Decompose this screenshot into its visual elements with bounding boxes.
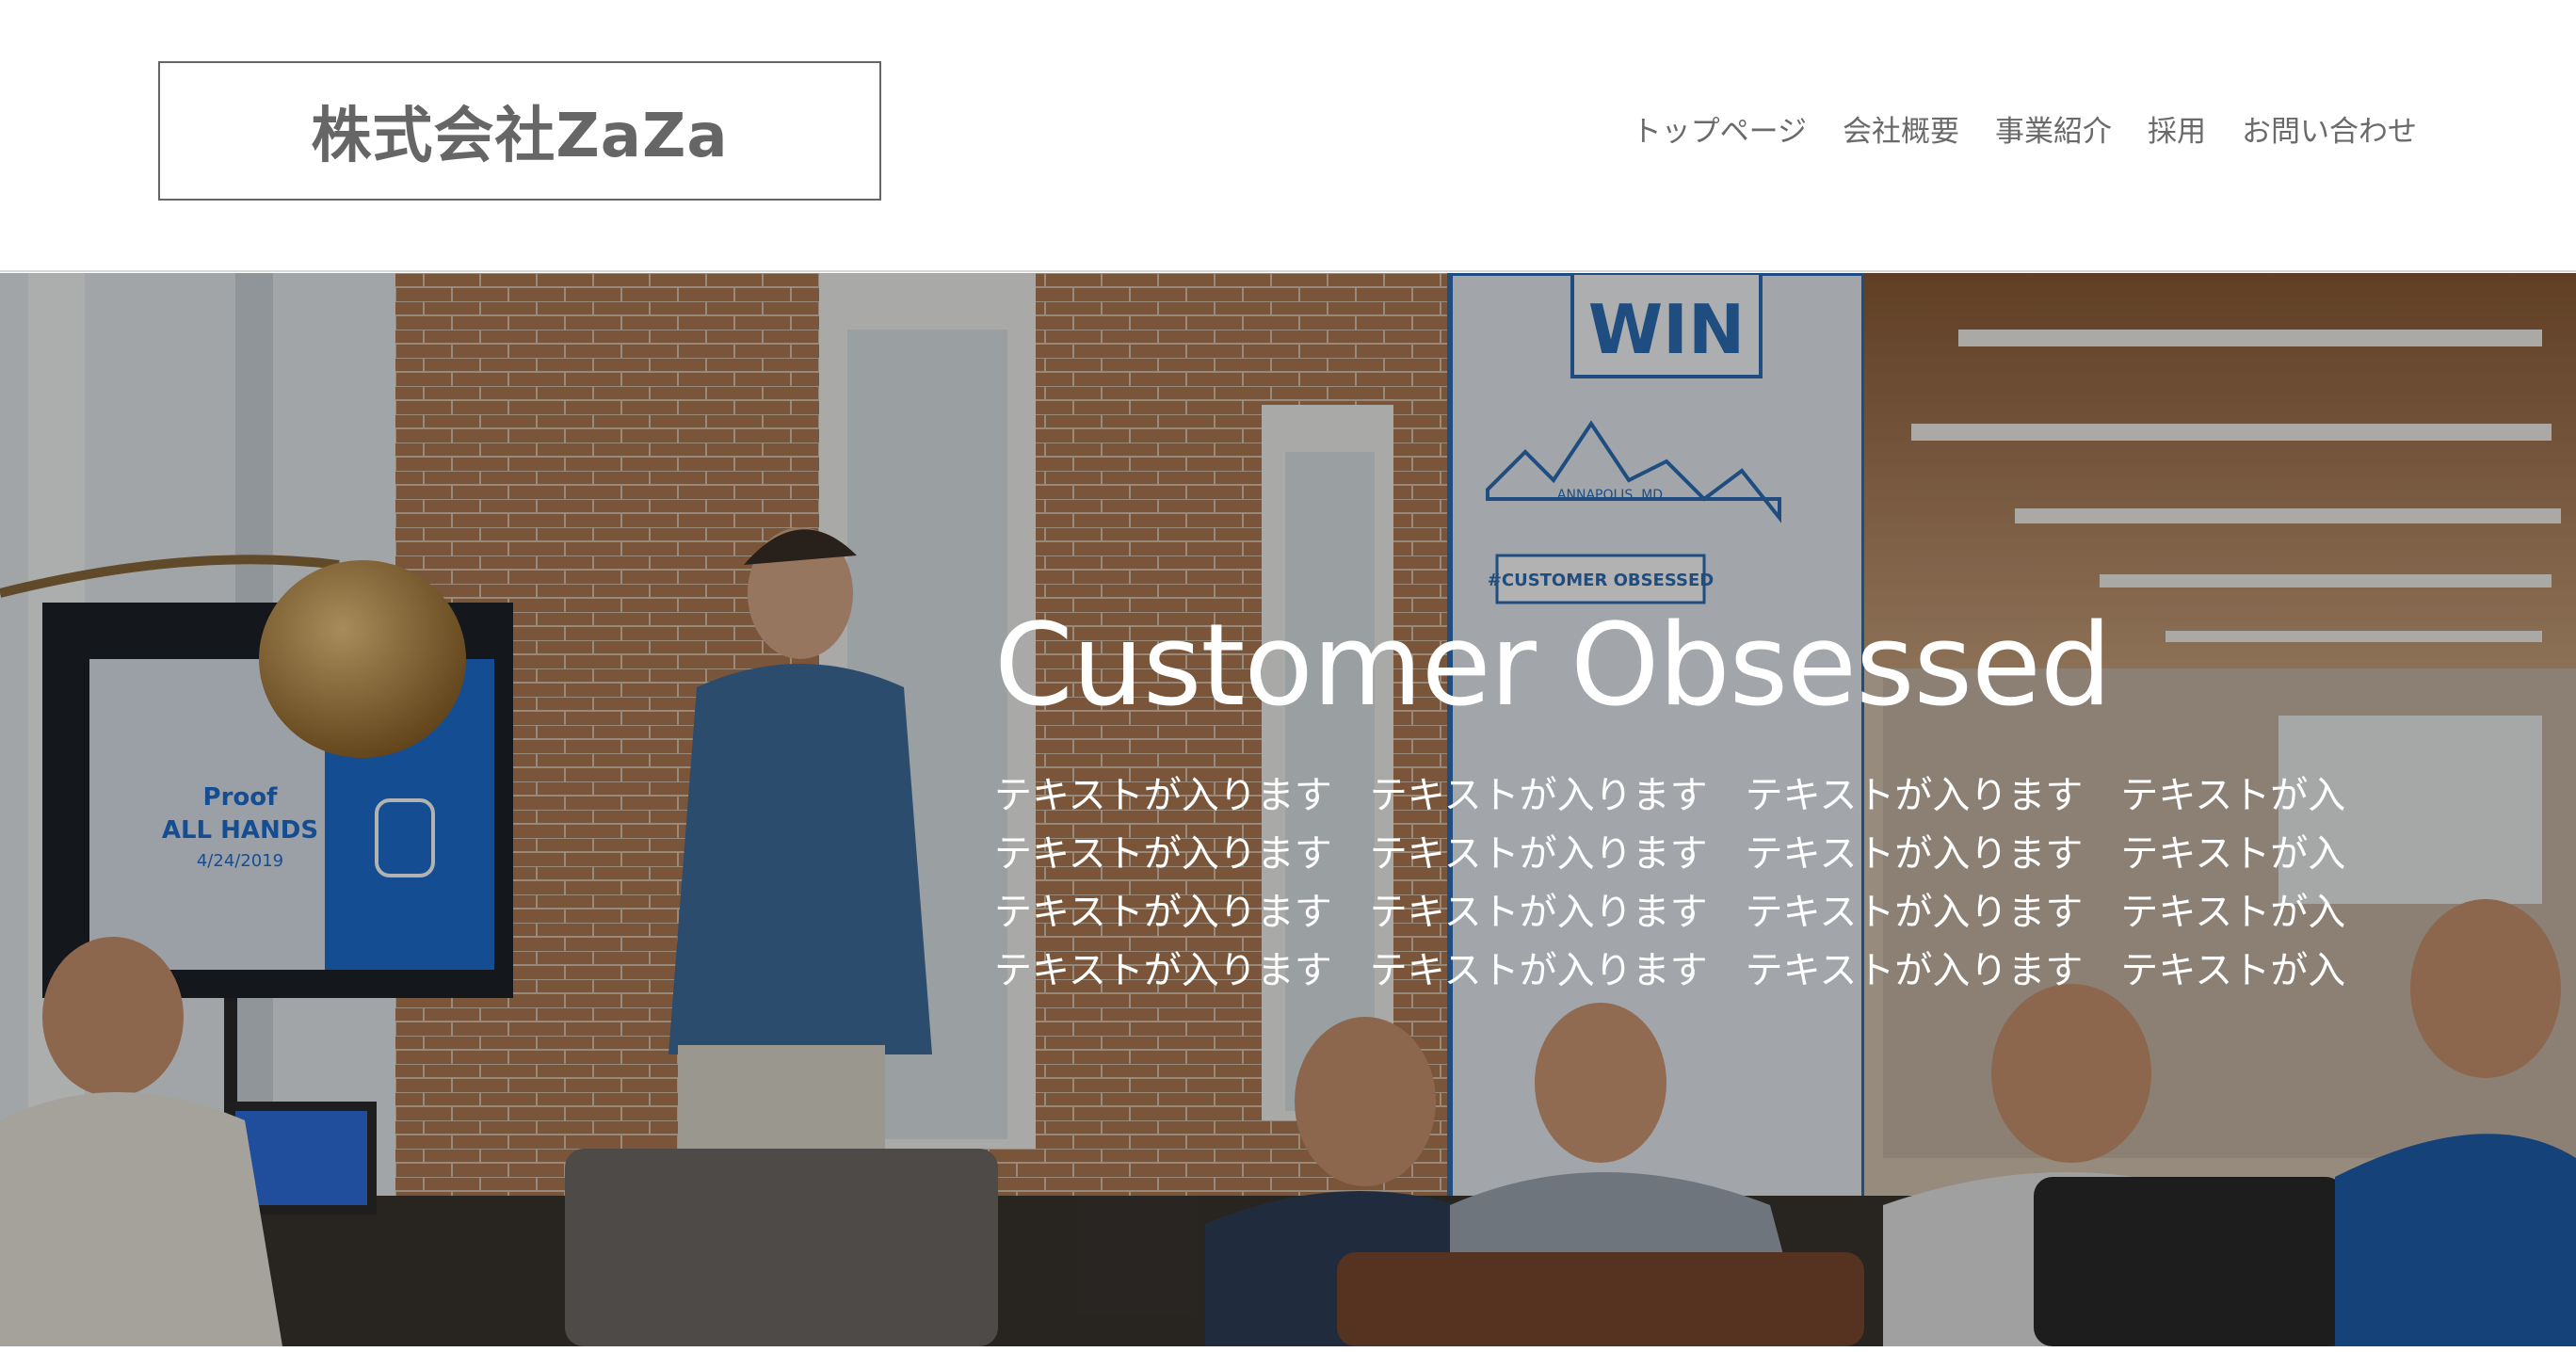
- site-header: 株式会社ZaZa トップページ 会社概要 事業紹介 採用 お問い合わせ: [0, 0, 2576, 272]
- nav-business[interactable]: 事業紹介: [1995, 107, 2112, 150]
- hero-text-line: テキストが入ります テキストが入ります テキストが入ります テキストが入: [994, 774, 2346, 817]
- logo[interactable]: 株式会社ZaZa: [158, 61, 881, 201]
- nav-company-overview[interactable]: 会社概要: [1843, 107, 1959, 150]
- nav-top-page[interactable]: トップページ: [1633, 107, 1807, 150]
- hero-section: WIN ANNAPOLIS, MD #CUSTOMER OBSESSED Pro…: [0, 273, 2576, 1346]
- nav-contact[interactable]: お問い合わせ: [2242, 107, 2417, 150]
- hero-text-line: テキストが入ります テキストが入ります テキストが入ります テキストが入: [994, 891, 2346, 934]
- nav-recruit[interactable]: 採用: [2148, 107, 2206, 150]
- hero-title: Customer Obsessed: [994, 601, 2112, 732]
- hero-content: Customer Obsessed テキストが入ります テキストが入ります テキ…: [994, 610, 2421, 1000]
- hero-text-line: テキストが入ります テキストが入ります テキストが入ります テキストが入: [994, 949, 2346, 992]
- logo-text: 株式会社ZaZa: [311, 102, 729, 171]
- hero-text-line: テキストが入ります テキストが入ります テキストが入ります テキストが入: [994, 832, 2346, 876]
- hero-text: テキストが入ります テキストが入ります テキストが入ります テキストが入 テキス…: [994, 766, 2421, 1000]
- main-nav: トップページ 会社概要 事業紹介 採用 お問い合わせ: [1633, 105, 2417, 151]
